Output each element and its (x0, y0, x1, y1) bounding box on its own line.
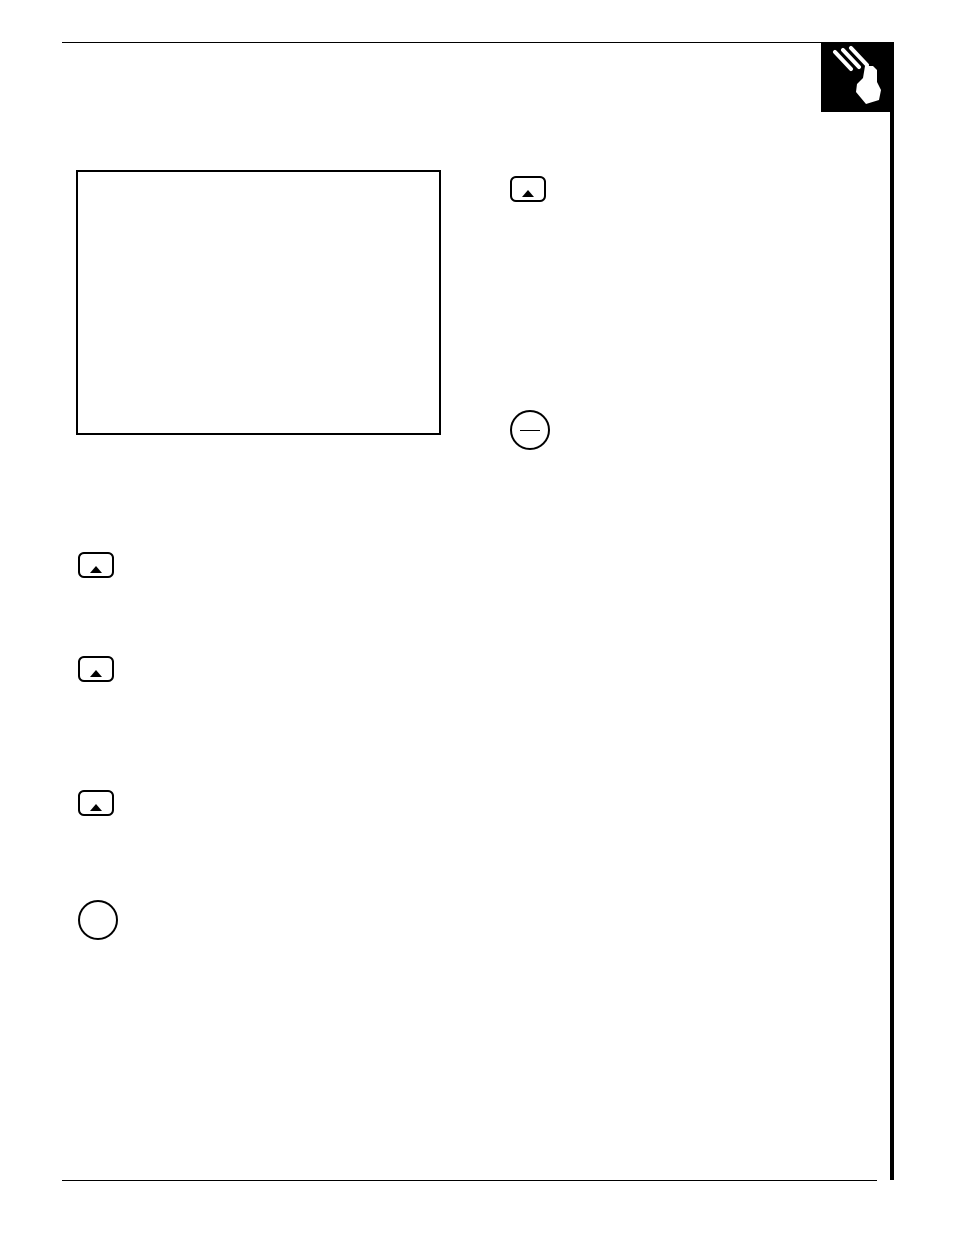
circle-minus-icon (510, 410, 550, 455)
up-button-icon (78, 552, 114, 583)
up-button-icon (78, 656, 114, 687)
bottom-rule (62, 1180, 877, 1181)
right-spine (890, 42, 894, 1180)
touch-icon (821, 42, 891, 112)
up-button-icon (510, 176, 546, 207)
circle-icon (78, 900, 118, 945)
empty-box (76, 170, 441, 435)
page (0, 0, 954, 1235)
corner-badge (821, 42, 891, 112)
up-button-icon (78, 790, 114, 821)
top-rule (62, 42, 877, 43)
